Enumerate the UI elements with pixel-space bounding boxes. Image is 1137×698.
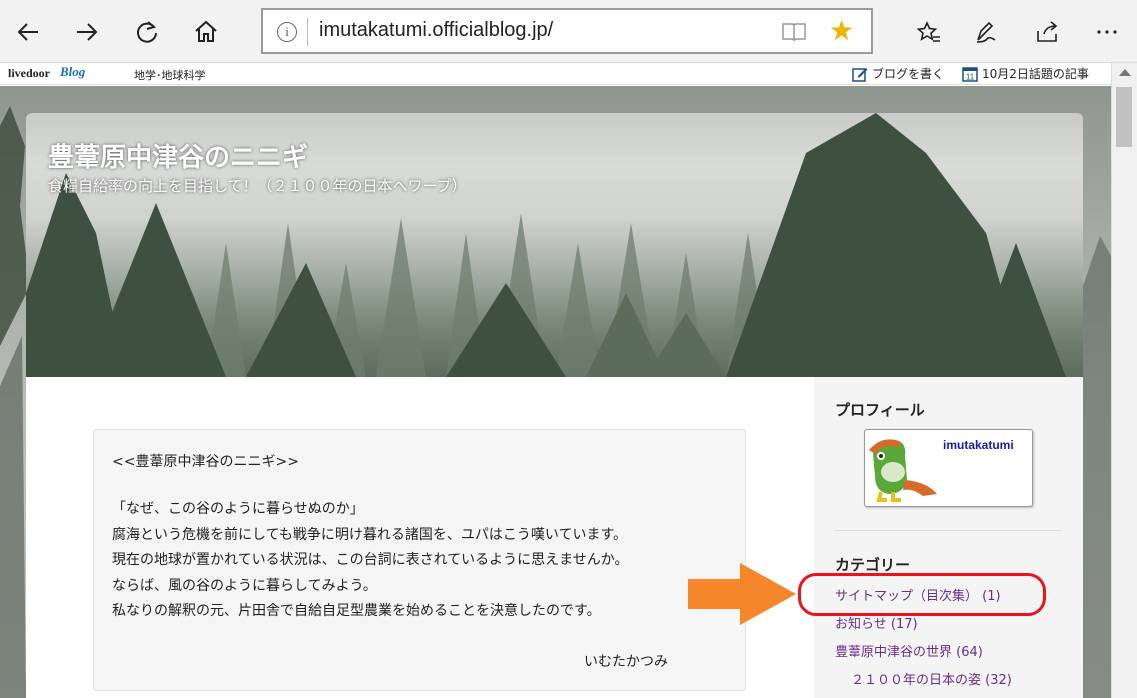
- category-heading: カテゴリー: [835, 556, 911, 574]
- post-line: 現在の地球が置かれている状況は、この台詞に表されているように思えませんか。: [112, 552, 629, 568]
- favorites-hub-button[interactable]: [909, 12, 949, 52]
- sidebar-divider: [835, 530, 1061, 531]
- intro-post-box: <<豊葦原中津谷のニニギ>> 「なぜ、この谷のように暮らせぬのか」 腐海という危…: [93, 429, 746, 691]
- profile-name[interactable]: imutakatumi: [943, 438, 1014, 452]
- site-info-icon[interactable]: i: [277, 22, 297, 42]
- write-blog-label: ブログを書く: [872, 67, 945, 81]
- scroll-up-arrow-icon[interactable]: [1119, 69, 1131, 76]
- pen-icon: [976, 21, 996, 43]
- favorites-list-icon: [916, 21, 940, 42]
- profile-card[interactable]: imutakatumi: [864, 429, 1033, 507]
- browser-toolbar: i imutakatumi.officialblog.jp/ ★: [0, 0, 1137, 63]
- main-content: <<豊葦原中津谷のニニギ>> 「なぜ、この谷のように暮らせぬのか」 腐海という危…: [26, 377, 814, 698]
- category-world-link[interactable]: 豊葦原中津谷の世界 (64): [835, 641, 983, 660]
- scroll-thumb[interactable]: [1116, 87, 1132, 147]
- address-divider: [307, 18, 308, 46]
- post-line: 私なりの解釈の元、片田舎で自給自足型農業を始めることを決意したのです。: [112, 603, 601, 619]
- share-icon: [1037, 21, 1058, 42]
- blog-category-link[interactable]: 地学･地球科学: [134, 67, 206, 83]
- address-bar[interactable]: i imutakatumi.officialblog.jp/ ★: [261, 8, 873, 54]
- reading-view-icon[interactable]: [781, 21, 807, 43]
- refresh-button[interactable]: [127, 12, 167, 52]
- today-topics-link[interactable]: 11 10月2日話題の記事: [962, 65, 1089, 82]
- share-button[interactable]: [1027, 12, 1067, 52]
- category-japan-2100-link[interactable]: ２１００年の日本の姿 (32): [851, 669, 1012, 688]
- home-icon: [195, 20, 217, 42]
- url-text[interactable]: imutakatumi.officialblog.jp/: [319, 19, 553, 42]
- forward-arrow-icon: [77, 23, 98, 41]
- profile-heading: プロフィール: [835, 401, 925, 419]
- back-arrow-icon: [17, 23, 38, 41]
- blog-subtitle: 食糧自給率の向上を目指して！（２１００年の日本へワープ）: [48, 177, 467, 195]
- today-topics-label: 10月2日話題の記事: [982, 67, 1089, 81]
- write-blog-link[interactable]: ブログを書く: [852, 65, 944, 82]
- edit-icon: [852, 67, 868, 82]
- annotation-highlight-circle: [798, 573, 1046, 616]
- calendar-icon: 11: [962, 66, 978, 82]
- more-dots-icon: [1097, 30, 1117, 34]
- favorite-star-icon[interactable]: ★: [829, 16, 854, 46]
- refresh-icon: [137, 21, 157, 43]
- sidebar: プロフィール imutakatumi カテゴリー サイトマップ（目次集） (1)…: [814, 377, 1083, 698]
- annotation-arrow-icon: [688, 563, 796, 625]
- livedoor-logo[interactable]: livedoor: [8, 66, 50, 81]
- back-button[interactable]: [8, 12, 48, 52]
- post-heading: <<豊葦原中津谷のニニギ>>: [112, 454, 299, 470]
- post-line: 「なぜ、この谷のように暮らせぬのか」: [112, 501, 364, 517]
- home-button[interactable]: [186, 12, 226, 52]
- forward-button[interactable]: [67, 12, 107, 52]
- post-signature: いむたかつみ: [584, 654, 668, 670]
- calendar-day: 11: [966, 72, 975, 81]
- blog-title[interactable]: 豊葦原中津谷のニニギ: [48, 137, 308, 174]
- livedoor-blog-logo[interactable]: Blog: [60, 64, 85, 80]
- mascot-avatar-icon: [869, 439, 937, 502]
- post-line: 腐海という危機を前にしても戦争に明け暮れる諸国を、ユパはこう嘆いています。: [112, 527, 628, 543]
- page-scrollbar[interactable]: [1111, 63, 1137, 698]
- livedoor-bar: livedoor Blog 地学･地球科学 ブログを書く 11 10月2日話題の…: [0, 63, 1111, 85]
- post-line: ならば、風の谷のように暮らしてみよう。: [112, 578, 377, 594]
- more-button[interactable]: [1087, 12, 1127, 52]
- blog-header: 豊葦原中津谷のニニギ 食糧自給率の向上を目指して！（２１００年の日本へワープ）: [26, 113, 1083, 377]
- notes-button[interactable]: [966, 12, 1006, 52]
